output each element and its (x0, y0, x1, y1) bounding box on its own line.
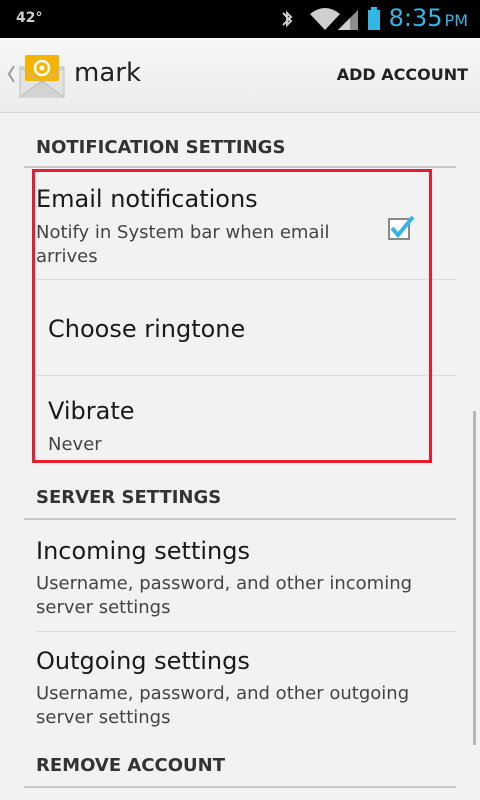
row-divider (36, 631, 456, 632)
settings-list: NOTIFICATION SETTINGS Email notification… (0, 113, 480, 800)
incoming-settings-title: Incoming settings (36, 537, 250, 565)
status-temperature: 42° (16, 10, 43, 26)
bluetooth-icon (280, 6, 294, 36)
outgoing-settings-title: Outgoing settings (36, 647, 250, 675)
notification-settings-header: NOTIFICATION SETTINGS (36, 137, 286, 158)
clock-time: 8:35 (388, 4, 443, 32)
clock: 8:35 PM (389, 4, 468, 32)
scrollbar[interactable] (473, 411, 476, 745)
add-account-button[interactable]: ADD ACCOUNT (337, 65, 468, 84)
email-envelope-icon[interactable] (18, 53, 68, 103)
section-divider (24, 518, 456, 520)
section-divider (24, 786, 456, 788)
incoming-settings-summary: Username, password, and other incoming s… (36, 573, 413, 618)
section-divider (24, 166, 456, 168)
clock-ampm: PM (444, 11, 468, 30)
battery-icon (366, 6, 382, 36)
server-settings-header: SERVER SETTINGS (36, 487, 222, 508)
outgoing-settings-summary: Username, password, and other outgoing s… (36, 683, 410, 728)
remove-account-header[interactable]: REMOVE ACCOUNT (36, 755, 456, 776)
status-bar: 42° 8:35 PM (0, 0, 480, 38)
account-title: mark (74, 58, 142, 88)
up-chevron-icon[interactable] (6, 64, 16, 88)
action-bar: mark ADD ACCOUNT (0, 38, 480, 113)
signal-icon (336, 6, 360, 36)
highlight-box (32, 169, 432, 463)
